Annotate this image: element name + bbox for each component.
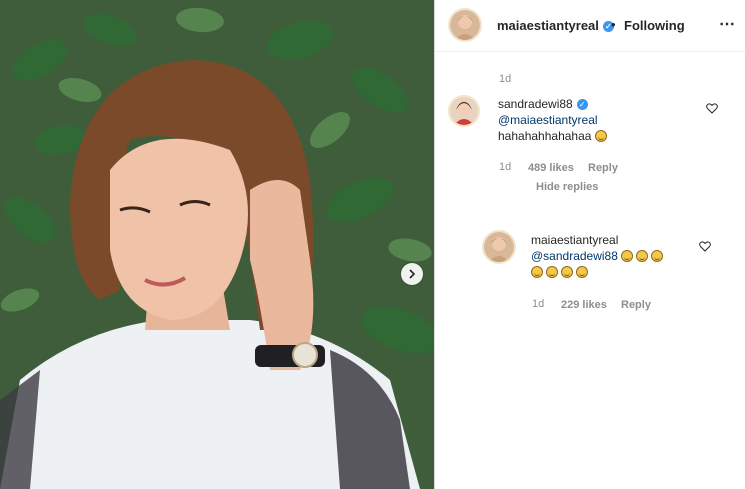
post-photo <box>0 0 434 489</box>
reply-reply-button[interactable]: Reply <box>621 299 651 311</box>
reply-button[interactable]: Reply <box>588 162 618 174</box>
emoji-icon <box>636 250 649 262</box>
avatar-image <box>450 97 478 125</box>
author-username-text[interactable]: maiaestiantyreal <box>497 18 599 33</box>
reply-body: @sandradewi88 <box>531 248 666 280</box>
chevron-right-icon <box>409 269 416 279</box>
comment-body: @maiaestiantyreal hahahahhahahaa <box>498 112 610 144</box>
avatar-image <box>484 232 514 262</box>
comment-text: hahahahhahahaa <box>498 129 592 143</box>
reply-avatar[interactable] <box>482 230 516 264</box>
author-avatar[interactable] <box>448 8 482 42</box>
author-username[interactable]: maiaestiantyreal ✓ <box>497 18 614 33</box>
emoji-icon <box>621 250 634 262</box>
emoji-icon <box>576 266 588 278</box>
comment-username-text[interactable]: sandradewi88 <box>498 97 573 111</box>
photo-illustration <box>0 0 434 489</box>
emoji-icon <box>594 130 607 142</box>
post-header: maiaestiantyreal ✓ • Following ⋯ <box>435 0 745 52</box>
verified-badge-icon: ✓ <box>576 99 588 111</box>
comments-panel: maiaestiantyreal ✓ • Following ⋯ 1d sandr… <box>434 0 745 489</box>
reply-time: 1d <box>532 298 545 310</box>
comment-time: 1d <box>499 161 512 173</box>
emoji-icon <box>651 250 664 262</box>
hide-replies-button[interactable]: Hide replies <box>536 181 598 193</box>
next-photo-button[interactable] <box>401 263 423 285</box>
avatar-image <box>450 10 480 40</box>
emoji-icon <box>531 266 543 278</box>
more-options-icon[interactable]: ⋯ <box>719 14 736 34</box>
heart-outline-icon <box>706 103 718 114</box>
comment-username[interactable]: sandradewi88 ✓ <box>498 97 588 111</box>
like-reply-button[interactable] <box>699 240 711 255</box>
separator-dot: • <box>611 17 616 32</box>
following-button[interactable]: Following <box>624 18 685 33</box>
reply-username[interactable]: maiaestiantyreal <box>531 233 618 247</box>
reply-mention[interactable]: @sandradewi88 <box>531 249 618 263</box>
emoji-icon <box>561 266 573 278</box>
comment-mention[interactable]: @maiaestiantyreal <box>498 113 598 127</box>
reply-likes[interactable]: 229 likes <box>561 299 607 311</box>
comment-likes[interactable]: 489 likes <box>528 162 574 174</box>
heart-outline-icon <box>699 241 711 252</box>
comment-avatar[interactable] <box>448 95 480 127</box>
post-timestamp: 1d <box>499 73 512 85</box>
like-comment-button[interactable] <box>706 102 718 117</box>
emoji-icon <box>546 266 558 278</box>
